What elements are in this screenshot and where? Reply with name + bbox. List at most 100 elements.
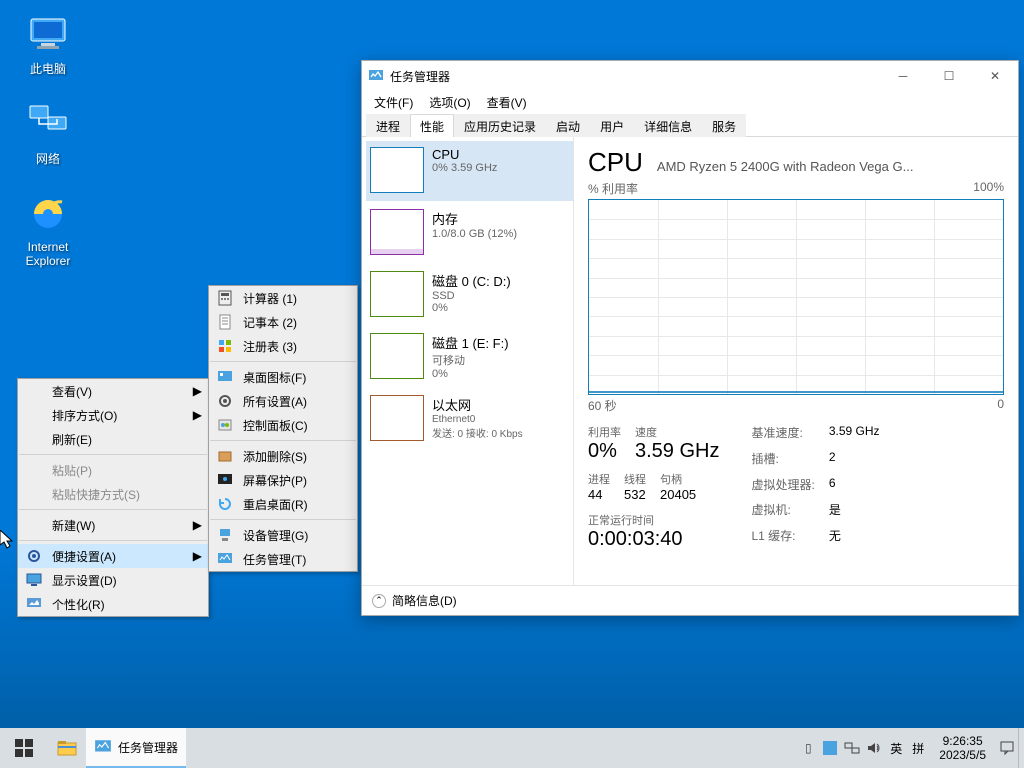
desktop-icon-network[interactable]: 网络 <box>10 100 86 167</box>
detail-heading: CPU <box>588 147 643 178</box>
gear-icon <box>24 546 44 566</box>
taskbar-taskmgr[interactable]: 任务管理器 <box>86 728 186 768</box>
performance-detail: CPU AMD Ryzen 5 2400G with Radeon Vega G… <box>574 137 1018 585</box>
icon-label: 此电脑 <box>10 60 86 77</box>
separator <box>19 540 207 541</box>
sub-screensaver[interactable]: 屏幕保护(P) <box>209 468 357 492</box>
cpu-utilization-chart[interactable] <box>588 199 1004 395</box>
tab-services[interactable]: 服务 <box>702 114 746 137</box>
sub-add-remove[interactable]: 添加删除(S) <box>209 444 357 468</box>
task-mgr-icon <box>215 549 235 569</box>
ctx-paste: 粘贴(P) <box>18 458 208 482</box>
separator <box>19 454 207 455</box>
device-mgr-icon <box>215 525 235 545</box>
sub-notepad[interactable]: 记事本 (2) <box>209 310 357 334</box>
taskbar-clock[interactable]: 9:26:35 2023/5/5 <box>929 734 996 762</box>
ime-mode[interactable]: 拼 <box>907 740 929 757</box>
window-footer: ⌃ 简略信息(D) <box>362 585 1018 615</box>
memory-thumb <box>370 209 424 255</box>
add-remove-icon <box>215 446 235 466</box>
resource-memory[interactable]: 内存1.0/8.0 GB (12%) <box>366 203 573 263</box>
ctx-quick-settings[interactable]: 便捷设置(A)▶ <box>18 544 208 568</box>
separator <box>210 519 356 520</box>
ctx-paste-shortcut: 粘贴快捷方式(S) <box>18 482 208 506</box>
chevron-right-icon: ▶ <box>193 518 202 532</box>
maximize-button[interactable]: ☐ <box>926 61 972 91</box>
show-desktop-button[interactable] <box>1018 728 1024 768</box>
start-button[interactable] <box>0 728 48 768</box>
resource-cpu[interactable]: CPU0% 3.59 GHz <box>366 141 573 201</box>
sub-registry[interactable]: 注册表 (3) <box>209 334 357 358</box>
resource-disk0[interactable]: 磁盘 0 (C: D:)SSD 0% <box>366 265 573 325</box>
taskbar-explorer[interactable] <box>48 728 86 768</box>
separator <box>210 440 356 441</box>
ctx-display-settings[interactable]: 显示设置(D) <box>18 568 208 592</box>
network-icon <box>24 100 72 148</box>
desktop-icon-ie[interactable]: Internet Explorer <box>10 190 86 268</box>
ctx-refresh[interactable]: 刷新(E) <box>18 427 208 451</box>
tab-processes[interactable]: 进程 <box>366 114 410 137</box>
explorer-icon <box>56 737 78 759</box>
util-label: % 利用率 <box>588 180 638 197</box>
ctx-sort[interactable]: 排序方式(O)▶ <box>18 403 208 427</box>
menu-options[interactable]: 选项(O) <box>423 92 476 113</box>
disk1-thumb <box>370 333 424 379</box>
tray-volume-icon[interactable] <box>863 728 885 768</box>
sub-restart-desktop[interactable]: 重启桌面(R) <box>209 492 357 516</box>
notepad-icon <box>215 312 235 332</box>
resource-list: CPU0% 3.59 GHz 内存1.0/8.0 GB (12%) 磁盘 0 (… <box>362 137 574 585</box>
tab-app-history[interactable]: 应用历史记录 <box>454 114 546 137</box>
resource-disk1[interactable]: 磁盘 1 (E: F:)可移动 0% <box>366 327 573 387</box>
tray-network-icon[interactable] <box>841 728 863 768</box>
screensaver-icon <box>215 470 235 490</box>
tab-performance[interactable]: 性能 <box>410 114 454 137</box>
close-button[interactable]: ✕ <box>972 61 1018 91</box>
tab-users[interactable]: 用户 <box>590 114 634 137</box>
resource-ethernet[interactable]: 以太网Ethernet0 发送: 0 接收: 0 Kbps <box>366 389 573 449</box>
minimize-button[interactable]: ─ <box>880 61 926 91</box>
sub-control-panel[interactable]: 控制面板(C) <box>209 413 357 437</box>
restart-icon <box>215 494 235 514</box>
taskbar-label: 任务管理器 <box>118 739 178 756</box>
chevron-up-icon[interactable]: ⌃ <box>372 594 386 608</box>
sub-task-mgr[interactable]: 任务管理(T) <box>209 547 357 571</box>
sub-desktop-icons[interactable]: 桌面图标(F) <box>209 365 357 389</box>
sub-calculator[interactable]: 计算器 (1) <box>209 286 357 310</box>
calculator-icon <box>215 288 235 308</box>
taskmgr-icon <box>368 68 384 84</box>
cpu-model: AMD Ryzen 5 2400G with Radeon Vega G... <box>657 159 1004 174</box>
menu-file[interactable]: 文件(F) <box>368 92 419 113</box>
cpu-thumb <box>370 147 424 193</box>
tab-startup[interactable]: 启动 <box>546 114 590 137</box>
sub-all-settings[interactable]: 所有设置(A) <box>209 389 357 413</box>
control-panel-icon <box>215 415 235 435</box>
ctx-new[interactable]: 新建(W)▶ <box>18 513 208 537</box>
taskbar: 任务管理器 ▯ 英 拼 9:26:35 2023/5/5 <box>0 728 1024 768</box>
sub-device-mgr[interactable]: 设备管理(G) <box>209 523 357 547</box>
chevron-right-icon: ▶ <box>193 408 202 422</box>
pc-icon <box>24 10 72 58</box>
disk0-thumb <box>370 271 424 317</box>
separator <box>210 361 356 362</box>
icon-label: 网络 <box>10 150 86 167</box>
tab-details[interactable]: 详细信息 <box>634 114 702 137</box>
cpu-spec-table: 基准速度:3.59 GHz 插槽:2 虚拟处理器:6 虚拟机:是 L1 缓存:无 <box>751 424 879 551</box>
titlebar[interactable]: 任务管理器 ─ ☐ ✕ <box>362 61 1018 91</box>
ctx-view[interactable]: 查看(V)▶ <box>18 379 208 403</box>
menu-view[interactable]: 查看(V) <box>481 92 533 113</box>
task-manager-window: 任务管理器 ─ ☐ ✕ 文件(F) 选项(O) 查看(V) 进程 性能 应用历史… <box>361 60 1019 616</box>
ie-icon <box>24 190 72 238</box>
chevron-right-icon: ▶ <box>193 549 202 563</box>
chevron-right-icon: ▶ <box>193 384 202 398</box>
separator <box>19 509 207 510</box>
fewer-details-link[interactable]: 简略信息(D) <box>392 592 457 609</box>
desktop-icons-icon <box>215 367 235 387</box>
taskmgr-icon <box>94 738 112 756</box>
action-center-icon[interactable] <box>996 728 1018 768</box>
menubar: 文件(F) 选项(O) 查看(V) <box>362 91 1018 113</box>
ctx-personalize[interactable]: 个性化(R) <box>18 592 208 616</box>
tray-overflow-icon[interactable]: ▯ <box>797 728 819 768</box>
desktop-icon-pc[interactable]: 此电脑 <box>10 10 86 77</box>
ime-lang[interactable]: 英 <box>885 740 907 757</box>
tray-app-icon[interactable] <box>819 728 841 768</box>
